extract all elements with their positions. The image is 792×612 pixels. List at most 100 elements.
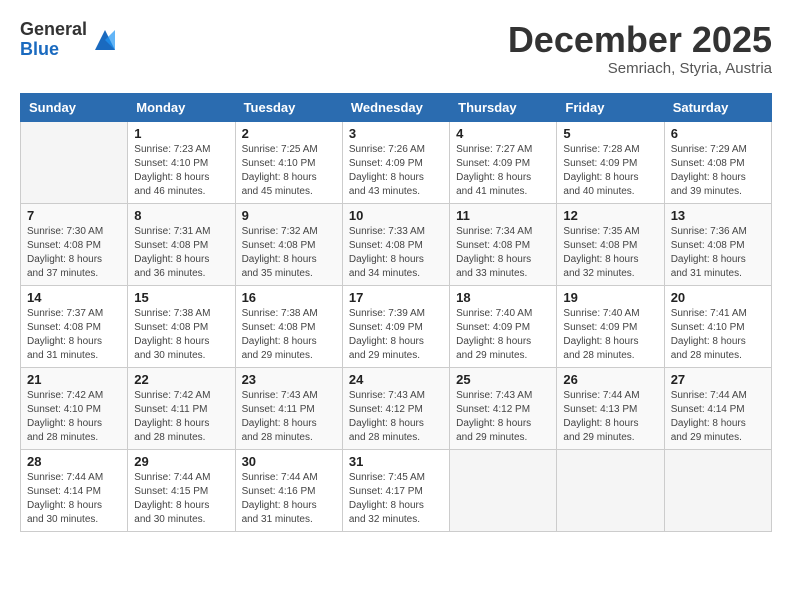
weekday-header-monday: Monday	[128, 93, 235, 121]
day-info: Sunrise: 7:34 AM Sunset: 4:08 PM Dayligh…	[456, 225, 550, 281]
calendar-cell: 8 Sunrise: 7:31 AM Sunset: 4:08 PM Daylig…	[128, 203, 235, 285]
calendar-cell: 14Sunrise: 7:37 AM Sunset: 4:08 PM Dayli…	[21, 285, 128, 367]
day-info: Sunrise: 7:42 AM Sunset: 4:10 PM Dayligh…	[27, 389, 121, 445]
day-number: 16	[242, 290, 336, 305]
day-number: 31	[349, 454, 443, 469]
calendar-cell: 7 Sunrise: 7:30 AM Sunset: 4:08 PM Daylig…	[21, 203, 128, 285]
day-info: Sunrise: 7:28 AM Sunset: 4:09 PM Dayligh…	[563, 143, 657, 199]
day-number: 1	[134, 126, 228, 141]
calendar-cell: 30Sunrise: 7:44 AM Sunset: 4:16 PM Dayli…	[235, 449, 342, 531]
day-number: 5	[563, 126, 657, 141]
calendar-cell: 12Sunrise: 7:35 AM Sunset: 4:08 PM Dayli…	[557, 203, 664, 285]
weekday-header-friday: Friday	[557, 93, 664, 121]
calendar-cell: 15 Sunrise: 7:38 AM Sunset: 4:08 PM Dayli…	[128, 285, 235, 367]
day-number: 4	[456, 126, 550, 141]
day-info: Sunrise: 7:43 AM Sunset: 4:11 PM Dayligh…	[242, 389, 336, 445]
day-number: 7	[27, 208, 121, 223]
calendar-cell: 23 Sunrise: 7:43 AM Sunset: 4:11 PM Dayli…	[235, 367, 342, 449]
weekday-header-saturday: Saturday	[664, 93, 771, 121]
logo-text: General Blue	[20, 20, 87, 60]
day-number: 10	[349, 208, 443, 223]
logo-blue: Blue	[20, 40, 87, 60]
day-info: Sunrise: 7:39 AM Sunset: 4:09 PM Dayligh…	[349, 307, 443, 363]
day-info: Sunrise: 7:44 AM Sunset: 4:15 PM Dayligh…	[134, 471, 228, 527]
calendar-cell: 13Sunrise: 7:36 AM Sunset: 4:08 PM Dayli…	[664, 203, 771, 285]
calendar-cell: 21 Sunrise: 7:42 AM Sunset: 4:10 PM Dayli…	[21, 367, 128, 449]
calendar-cell: 5 Sunrise: 7:28 AM Sunset: 4:09 PM Daylig…	[557, 121, 664, 203]
calendar-cell: 22 Sunrise: 7:42 AM Sunset: 4:11 PM Dayli…	[128, 367, 235, 449]
logo-icon	[91, 26, 119, 54]
day-number: 2	[242, 126, 336, 141]
calendar-table: SundayMondayTuesdayWednesdayThursdayFrid…	[20, 93, 772, 532]
calendar-cell	[664, 449, 771, 531]
day-number: 21	[27, 372, 121, 387]
day-info: Sunrise: 7:36 AM Sunset: 4:08 PM Dayligh…	[671, 225, 765, 281]
day-number: 27	[671, 372, 765, 387]
calendar-cell: 1Sunrise: 7:23 AM Sunset: 4:10 PM Daylig…	[128, 121, 235, 203]
day-number: 22	[134, 372, 228, 387]
logo-general: General	[20, 20, 87, 40]
calendar-cell: 27 Sunrise: 7:44 AM Sunset: 4:14 PM Dayli…	[664, 367, 771, 449]
day-info: Sunrise: 7:30 AM Sunset: 4:08 PM Dayligh…	[27, 225, 121, 281]
calendar-cell	[450, 449, 557, 531]
day-number: 24	[349, 372, 443, 387]
calendar-week-row: 1Sunrise: 7:23 AM Sunset: 4:10 PM Daylig…	[21, 121, 772, 203]
day-number: 3	[349, 126, 443, 141]
day-info: Sunrise: 7:43 AM Sunset: 4:12 PM Dayligh…	[349, 389, 443, 445]
calendar-week-row: 28Sunrise: 7:44 AM Sunset: 4:14 PM Dayli…	[21, 449, 772, 531]
calendar-cell	[557, 449, 664, 531]
day-number: 19	[563, 290, 657, 305]
day-info: Sunrise: 7:45 AM Sunset: 4:17 PM Dayligh…	[349, 471, 443, 527]
calendar-cell: 11 Sunrise: 7:34 AM Sunset: 4:08 PM Dayli…	[450, 203, 557, 285]
logo: General Blue	[20, 20, 119, 60]
title-area: December 2025 Semriach, Styria, Austria	[508, 20, 772, 77]
calendar-header-row: SundayMondayTuesdayWednesdayThursdayFrid…	[21, 93, 772, 121]
day-info: Sunrise: 7:26 AM Sunset: 4:09 PM Dayligh…	[349, 143, 443, 199]
day-number: 14	[27, 290, 121, 305]
weekday-header-thursday: Thursday	[450, 93, 557, 121]
day-number: 9	[242, 208, 336, 223]
month-title: December 2025	[508, 20, 772, 60]
weekday-header-sunday: Sunday	[21, 93, 128, 121]
day-number: 20	[671, 290, 765, 305]
calendar-cell	[21, 121, 128, 203]
calendar-cell: 28Sunrise: 7:44 AM Sunset: 4:14 PM Dayli…	[21, 449, 128, 531]
day-info: Sunrise: 7:41 AM Sunset: 4:10 PM Dayligh…	[671, 307, 765, 363]
day-number: 8	[134, 208, 228, 223]
calendar-cell: 9 Sunrise: 7:32 AM Sunset: 4:08 PM Daylig…	[235, 203, 342, 285]
day-info: Sunrise: 7:31 AM Sunset: 4:08 PM Dayligh…	[134, 225, 228, 281]
calendar-cell: 6 Sunrise: 7:29 AM Sunset: 4:08 PM Daylig…	[664, 121, 771, 203]
day-info: Sunrise: 7:32 AM Sunset: 4:08 PM Dayligh…	[242, 225, 336, 281]
calendar-cell: 24 Sunrise: 7:43 AM Sunset: 4:12 PM Dayli…	[342, 367, 449, 449]
day-number: 15	[134, 290, 228, 305]
day-info: Sunrise: 7:44 AM Sunset: 4:16 PM Dayligh…	[242, 471, 336, 527]
calendar-cell: 10Sunrise: 7:33 AM Sunset: 4:08 PM Dayli…	[342, 203, 449, 285]
calendar-cell: 2Sunrise: 7:25 AM Sunset: 4:10 PM Daylig…	[235, 121, 342, 203]
day-number: 29	[134, 454, 228, 469]
page-header: General Blue December 2025 Semriach, Sty…	[20, 20, 772, 77]
day-info: Sunrise: 7:44 AM Sunset: 4:14 PM Dayligh…	[671, 389, 765, 445]
calendar-cell: 16 Sunrise: 7:38 AM Sunset: 4:08 PM Dayli…	[235, 285, 342, 367]
calendar-cell: 17 Sunrise: 7:39 AM Sunset: 4:09 PM Dayli…	[342, 285, 449, 367]
calendar-cell: 29 Sunrise: 7:44 AM Sunset: 4:15 PM Dayli…	[128, 449, 235, 531]
day-info: Sunrise: 7:40 AM Sunset: 4:09 PM Dayligh…	[563, 307, 657, 363]
calendar-cell: 26Sunrise: 7:44 AM Sunset: 4:13 PM Dayli…	[557, 367, 664, 449]
calendar-cell: 31 Sunrise: 7:45 AM Sunset: 4:17 PM Dayli…	[342, 449, 449, 531]
calendar-cell: 20 Sunrise: 7:41 AM Sunset: 4:10 PM Dayli…	[664, 285, 771, 367]
day-info: Sunrise: 7:38 AM Sunset: 4:08 PM Dayligh…	[242, 307, 336, 363]
day-number: 18	[456, 290, 550, 305]
day-number: 17	[349, 290, 443, 305]
day-info: Sunrise: 7:42 AM Sunset: 4:11 PM Dayligh…	[134, 389, 228, 445]
calendar-cell: 4 Sunrise: 7:27 AM Sunset: 4:09 PM Daylig…	[450, 121, 557, 203]
calendar-cell: 3 Sunrise: 7:26 AM Sunset: 4:09 PM Daylig…	[342, 121, 449, 203]
day-number: 6	[671, 126, 765, 141]
day-number: 23	[242, 372, 336, 387]
day-info: Sunrise: 7:40 AM Sunset: 4:09 PM Dayligh…	[456, 307, 550, 363]
day-number: 11	[456, 208, 550, 223]
weekday-header-tuesday: Tuesday	[235, 93, 342, 121]
day-info: Sunrise: 7:29 AM Sunset: 4:08 PM Dayligh…	[671, 143, 765, 199]
calendar-cell: 19 Sunrise: 7:40 AM Sunset: 4:09 PM Dayli…	[557, 285, 664, 367]
weekday-header-wednesday: Wednesday	[342, 93, 449, 121]
day-info: Sunrise: 7:27 AM Sunset: 4:09 PM Dayligh…	[456, 143, 550, 199]
day-info: Sunrise: 7:38 AM Sunset: 4:08 PM Dayligh…	[134, 307, 228, 363]
